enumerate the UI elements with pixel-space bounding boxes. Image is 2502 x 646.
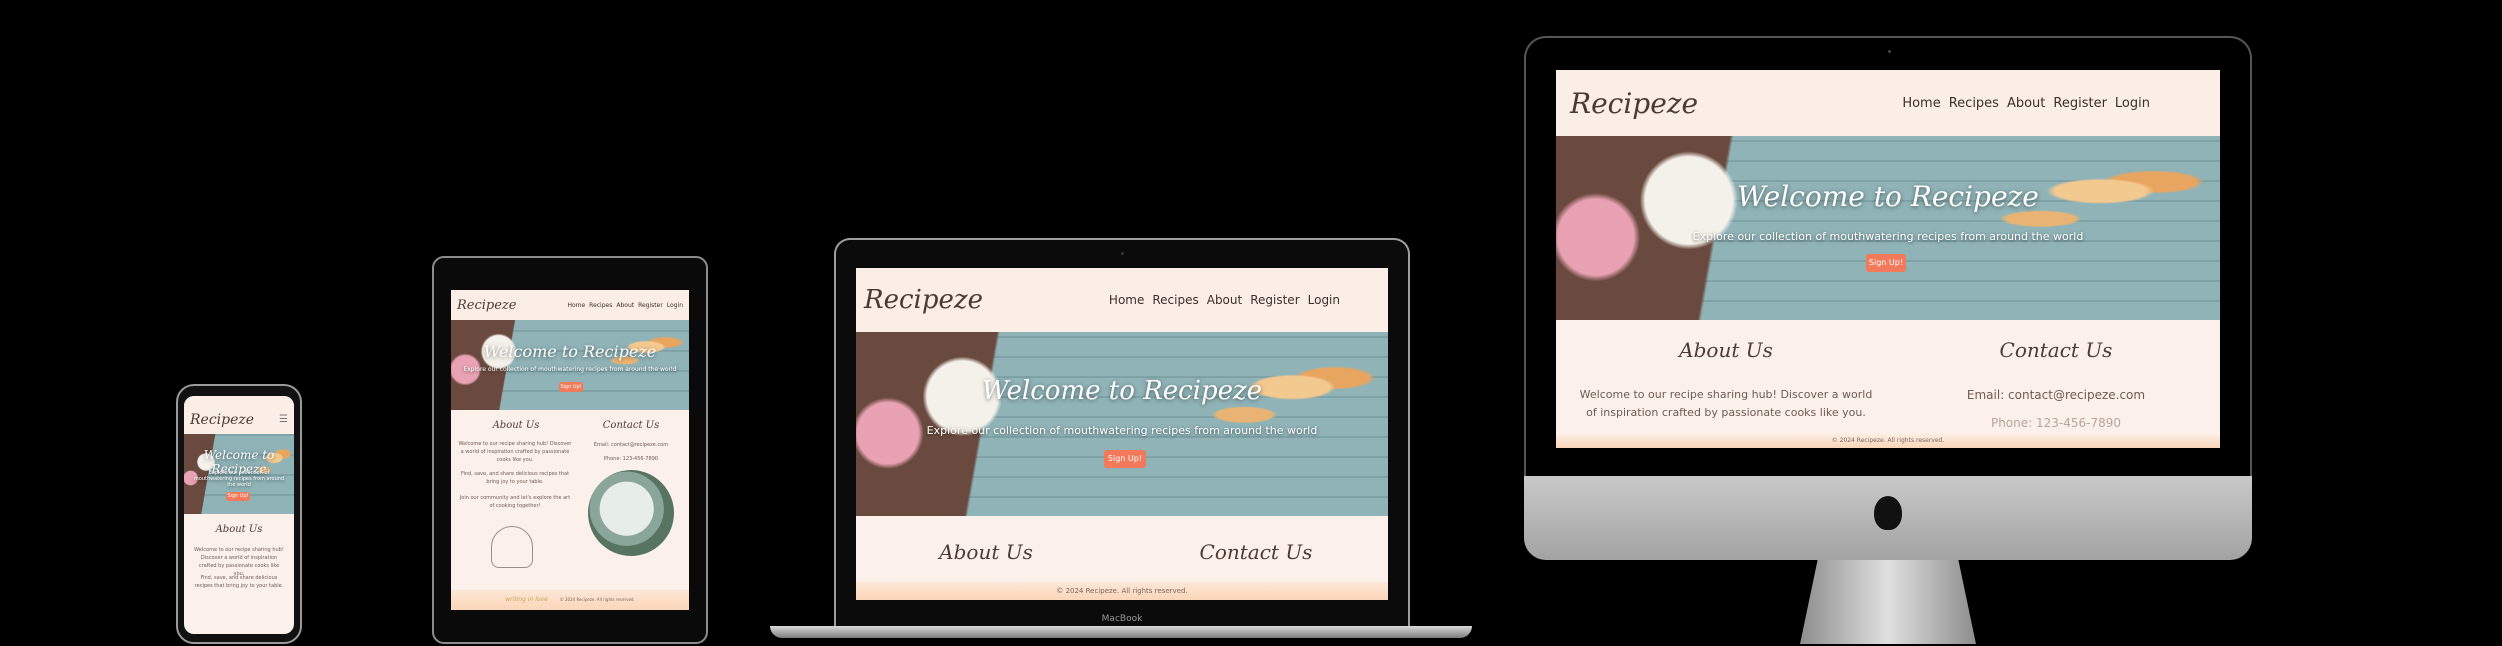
main-menu: Home Recipes About Register Login <box>1109 293 1340 307</box>
signup-button[interactable]: Sign Up! <box>1104 450 1146 468</box>
main-menu: Home Recipes About Register Login <box>567 302 683 309</box>
about-title: About Us <box>492 420 540 431</box>
nav-home[interactable]: Home <box>567 302 585 309</box>
phone-device: Recipeze ☰ Welcome to Recipeze Explore o… <box>176 384 302 644</box>
laptop-nav: Recipeze Home Recipes About Register Log… <box>856 268 1388 332</box>
desktop-nav: Recipeze Home Recipes About Register Log… <box>1556 70 2220 136</box>
brand-logo[interactable]: Recipeze <box>1570 87 1698 120</box>
nav-login[interactable]: Login <box>2115 96 2150 111</box>
hero-title: Welcome to Recipeze <box>1737 180 2039 213</box>
signup-button[interactable]: Sign Up! <box>1866 254 1906 272</box>
hero-subtitle: Explore our collection of mouthwatering … <box>1692 230 2084 243</box>
footer-copyright: © 2024 Recipeze. All rights reserved. <box>559 597 635 602</box>
nav-login[interactable]: Login <box>1308 293 1340 307</box>
about-text-3: Join our community and let's explore the… <box>459 495 571 509</box>
tablet-footer: writing in love © 2024 Recipeze. All rig… <box>451 590 689 610</box>
nav-register[interactable]: Register <box>1250 293 1299 307</box>
nav-recipes[interactable]: Recipes <box>589 302 612 309</box>
laptop-base <box>770 626 1472 638</box>
nav-login[interactable]: Login <box>667 302 683 309</box>
about-text: Welcome to our recipe sharing hub! Disco… <box>458 441 572 463</box>
contact-title: Contact Us <box>1199 540 1313 564</box>
nav-home[interactable]: Home <box>1109 293 1144 307</box>
tablet-nav: Recipeze Home Recipes About Register Log… <box>451 290 689 320</box>
food-plate-image <box>588 470 674 556</box>
about-title: About Us <box>939 540 1033 564</box>
about-text: Welcome to our recipe sharing hub! Disco… <box>1579 388 1873 419</box>
footer-copyright: © 2024 Recipeze. All rights reserved. <box>1831 437 1945 444</box>
laptop-device: Recipeze Home Recipes About Register Log… <box>770 238 1472 644</box>
main-menu: Home Recipes About Register Login <box>1902 96 2150 111</box>
hero-subtitle: Explore our collection of mouthwatering … <box>463 366 677 373</box>
monitor-bezel: Recipeze Home Recipes About Register Log… <box>1524 36 2252 476</box>
laptop-hero: Welcome to Recipeze Explore our collecti… <box>856 332 1388 516</box>
contact-phone: Phone: 123-456-7890 <box>1990 416 2122 430</box>
monitor-chin <box>1524 476 2252 560</box>
nav-register[interactable]: Register <box>638 302 663 309</box>
laptop-brand-label: MacBook <box>1101 614 1143 624</box>
laptop-screen: Recipeze Home Recipes About Register Log… <box>856 268 1388 600</box>
contact-phone: Phone: 123-456-7890 <box>603 456 659 462</box>
contact-email: Email: contact@recipeze.com <box>1966 388 2146 402</box>
brand-logo[interactable]: Recipeze <box>457 298 516 313</box>
hero-title: Welcome to Recipeze <box>483 342 657 361</box>
about-title: About Us <box>215 524 263 535</box>
hero-subtitle: Explore our collection of mouthwatering … <box>926 424 1318 437</box>
desktop-hero: Welcome to Recipeze Explore our collecti… <box>1556 136 2220 320</box>
contact-title: Contact Us <box>1999 338 2113 362</box>
desktop-device: Recipeze Home Recipes About Register Log… <box>1524 36 2252 644</box>
contact-title: Contact Us <box>602 420 660 431</box>
camera-dot <box>1121 252 1124 255</box>
about-text-2: Find, save, and share delicious recipes … <box>460 471 570 485</box>
phone-screen: Recipeze ☰ Welcome to Recipeze Explore o… <box>184 396 294 634</box>
phone-hero: Welcome to Recipeze Explore our collecti… <box>184 434 294 514</box>
nav-about[interactable]: About <box>1207 293 1242 307</box>
tablet-hero: Welcome to Recipeze Explore our collecti… <box>451 320 689 410</box>
apple-logo-icon <box>1874 496 1902 530</box>
about-text-2: Find, save, and share delicious recipes … <box>194 575 284 589</box>
signup-button[interactable]: Sign Up! <box>226 492 250 501</box>
desktop-footer: © 2024 Recipeze. All rights reserved. <box>1556 434 2220 448</box>
tablet-screen: Recipeze Home Recipes About Register Log… <box>451 290 689 610</box>
monitor-stand <box>1800 560 1976 644</box>
footer-banner: writing in love <box>505 596 548 603</box>
hero-subtitle: Explore our collection of mouthwatering … <box>193 470 285 488</box>
about-title: About Us <box>1679 338 1773 362</box>
nav-recipes[interactable]: Recipes <box>1152 293 1198 307</box>
laptop-lid: Recipeze Home Recipes About Register Log… <box>834 238 1410 626</box>
footer-copyright: © 2024 Recipeze. All rights reserved. <box>1056 587 1188 595</box>
phone-nav: Recipeze ☰ <box>184 396 294 434</box>
menu-icon[interactable]: ☰ <box>279 414 288 425</box>
signup-button[interactable]: Sign Up! <box>559 382 583 392</box>
desktop-screen: Recipeze Home Recipes About Register Log… <box>1556 70 2220 448</box>
hero-title: Welcome to Recipeze <box>981 376 1263 406</box>
contact-email: Email: contact@recipeze.com <box>593 442 669 448</box>
nav-register[interactable]: Register <box>2053 96 2107 111</box>
nav-about[interactable]: About <box>616 302 634 309</box>
nav-about[interactable]: About <box>2007 96 2045 111</box>
tablet-device: Recipeze Home Recipes About Register Log… <box>432 256 708 644</box>
camera-dot <box>1888 50 1891 53</box>
nav-home[interactable]: Home <box>1902 96 1940 111</box>
brand-logo[interactable]: Recipeze <box>864 285 983 315</box>
chef-sketch <box>491 526 533 568</box>
laptop-footer: © 2024 Recipeze. All rights reserved. <box>856 582 1388 600</box>
brand-logo[interactable]: Recipeze <box>190 412 254 428</box>
nav-recipes[interactable]: Recipes <box>1949 96 1999 111</box>
